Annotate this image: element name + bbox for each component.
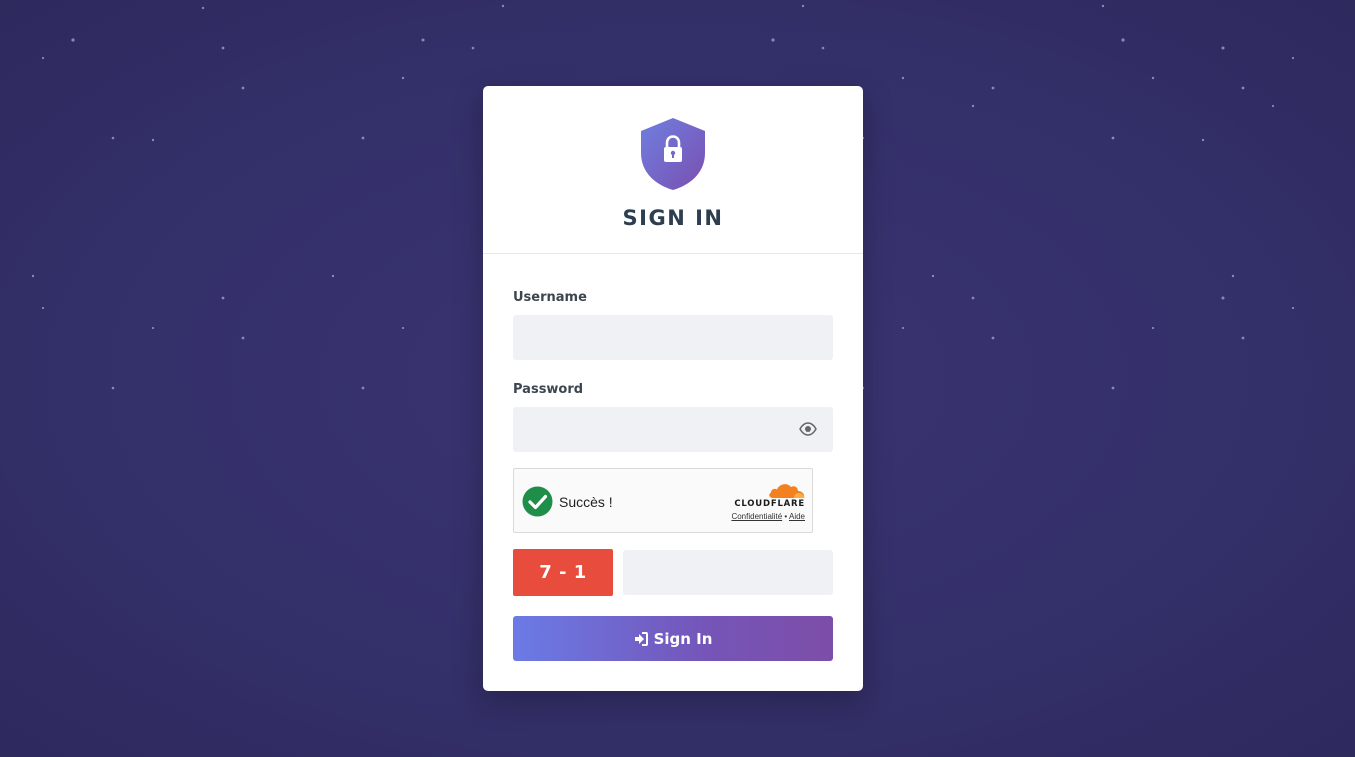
cloudflare-logo-icon — [769, 484, 805, 498]
captcha-status-text: Succès ! — [559, 494, 613, 510]
eye-icon[interactable] — [799, 422, 817, 436]
username-label: Username — [513, 290, 587, 305]
privacy-link[interactable]: Confidentialité — [731, 512, 782, 521]
captcha-widget[interactable]: Succès ! CLOUDFLARE Confidentialité • Ai… — [513, 468, 813, 533]
card-header: SIGN IN — [483, 86, 863, 254]
sign-in-card: SIGN IN Username Password Succès ! CLOUD… — [483, 86, 863, 691]
password-input[interactable] — [513, 407, 833, 452]
sign-in-label: Sign In — [653, 629, 713, 648]
link-separator: • — [784, 512, 788, 521]
captcha-links: Confidentialité • Aide — [731, 512, 805, 521]
math-challenge-expression: 7 - 1 — [513, 549, 613, 596]
page-title: SIGN IN — [622, 206, 724, 230]
shield-lock-icon — [641, 118, 705, 190]
password-label: Password — [513, 382, 584, 397]
check-circle-icon — [522, 486, 553, 517]
math-answer-input[interactable] — [623, 550, 833, 595]
help-link[interactable]: Aide — [789, 512, 805, 521]
sign-in-button[interactable]: Sign In — [513, 616, 833, 661]
cloudflare-brand: CLOUDFLARE — [734, 499, 805, 509]
username-input[interactable] — [513, 315, 833, 360]
sign-in-icon — [634, 631, 648, 646]
